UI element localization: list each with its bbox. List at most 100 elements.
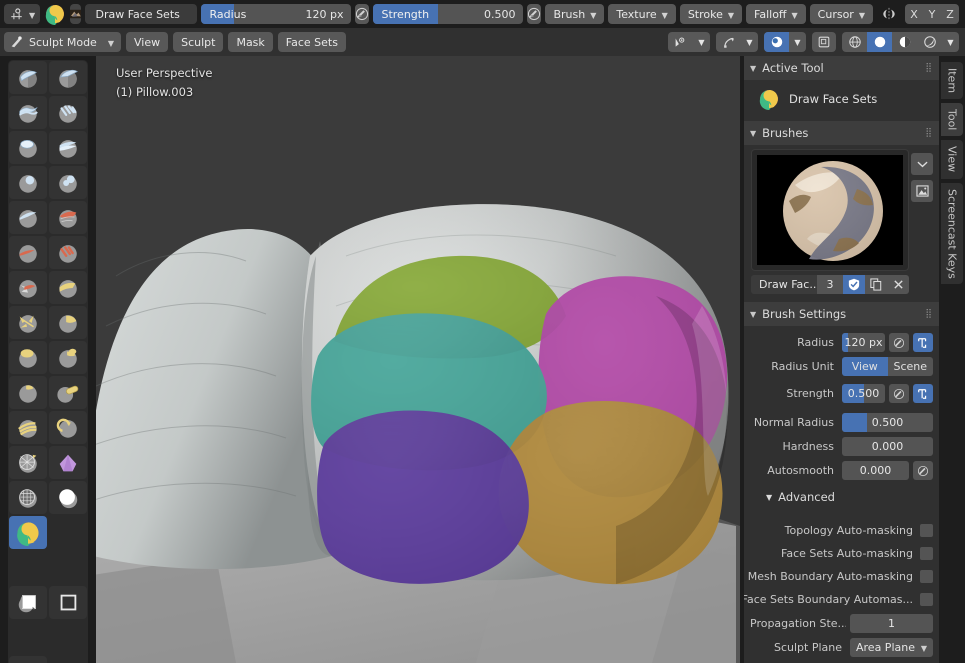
active-tool-panel-header[interactable]: ▼ Active Tool ⣿ [744,56,939,80]
shading-wireframe-button[interactable] [842,32,867,52]
advanced-subpanel-header[interactable]: ▼ Advanced [744,486,939,508]
layer-tool[interactable] [49,131,87,164]
clay-tool[interactable] [9,96,47,129]
radius-unit-scene-option[interactable]: Scene [887,357,933,376]
box-mask-tool[interactable] [9,586,47,619]
shading-material-button[interactable] [892,32,917,52]
viewport-overlays-button[interactable] [812,32,836,52]
brush-preview-toggle-button[interactable] [911,180,933,202]
tab-tool[interactable]: Tool [941,103,963,137]
strength-unified-button[interactable] [913,384,933,403]
radius-pressure-toggle[interactable] [355,4,370,24]
hardness-field[interactable]: 0.000 [842,437,933,456]
symmetry-axis-y[interactable]: Y [923,4,941,24]
drag-dots-icon[interactable]: ⣿ [925,63,933,73]
brush-thumbnail[interactable] [70,4,82,24]
normal-radius-field[interactable]: 0.500 [842,413,933,432]
tab-item[interactable]: Item [941,62,963,100]
boundary-tool[interactable] [49,446,87,479]
brush-name-field[interactable]: Draw Face Sets [85,4,198,24]
sculpt-plane-select[interactable]: Area Plane ▼ [850,638,933,657]
elastic-deform-tool[interactable] [9,341,47,374]
draw-tool[interactable] [9,61,47,94]
visibility-dropdown[interactable]: ▼ [693,32,710,52]
brushes-panel-header[interactable]: ▼ Brushes ⣿ [744,121,939,145]
tab-view[interactable]: View [941,140,963,179]
mode-selector[interactable]: Sculpt Mode ▼ [4,32,121,52]
snap-dropdown[interactable]: ▼ [741,32,758,52]
propagation-steps-field[interactable]: 1 [850,614,933,633]
autosmooth-field[interactable]: 0.000 [842,461,909,480]
symmetry-button[interactable] [877,4,901,24]
strength-field[interactable]: 0.500 [842,384,885,403]
strength-slider[interactable]: Strength 0.500 [373,4,524,24]
slide-relax-tool[interactable] [9,446,47,479]
remove-brush-button[interactable] [887,275,909,294]
brush-preview-card[interactable] [751,149,909,271]
view-menu[interactable]: View [125,32,169,52]
thumb-tool[interactable] [9,376,47,409]
proportional-editing-button[interactable] [764,32,789,52]
clay-strips-tool[interactable] [49,96,87,129]
editor-type-button[interactable]: ▼ [4,4,41,24]
crease-tool[interactable] [9,201,47,234]
simplify-tool[interactable] [49,481,87,514]
rotate-tool[interactable] [49,411,87,444]
sculpt-menu[interactable]: Sculpt [173,32,224,52]
box-hide-tool[interactable] [49,586,87,619]
box-face-set-tool[interactable] [9,656,47,663]
strength-pressure-button[interactable] [889,384,909,403]
draw-sharp-tool[interactable] [49,61,87,94]
strength-pressure-toggle[interactable] [527,4,542,24]
mesh-boundary-automasking-checkbox[interactable] [920,570,933,583]
brush-dropdown-button[interactable] [911,153,933,175]
shading-dropdown[interactable]: ▼ [942,32,959,52]
radius-unified-button[interactable] [913,333,933,352]
pose-tool[interactable] [49,376,87,409]
cloth-tool[interactable] [9,481,47,514]
radius-field[interactable]: 120 px [842,333,885,352]
face-sets-automasking-checkbox[interactable] [920,547,933,560]
radius-pressure-button[interactable] [889,333,909,352]
shading-solid-button[interactable] [867,32,892,52]
inflate-tool[interactable] [9,166,47,199]
radius-unit-view-option[interactable]: View [842,357,888,376]
snap-button[interactable] [716,32,741,52]
shading-rendered-button[interactable] [917,32,942,52]
brush-menu[interactable]: Brush ▼ [545,4,605,24]
fill-tool[interactable] [49,236,87,269]
visibility-button[interactable] [668,32,693,52]
brush-name-field[interactable]: Draw Fac... [751,275,817,294]
viewport-3d[interactable]: User Perspective (1) Pillow.003 [96,56,740,663]
blob-tool[interactable] [49,166,87,199]
nudge-tool[interactable] [9,411,47,444]
symmetry-axis-z[interactable]: Z [941,4,959,24]
pinch-tool[interactable] [9,306,47,339]
scrape-tool[interactable] [9,271,47,304]
multiplane-scrape-tool[interactable] [49,271,87,304]
stroke-menu[interactable]: Stroke ▼ [679,4,743,24]
draw-face-sets-tool[interactable] [9,516,47,549]
texture-menu[interactable]: Texture ▼ [608,4,676,24]
fake-user-button[interactable] [843,275,865,294]
proportional-editing-dropdown[interactable]: ▼ [789,32,806,52]
smooth-tool[interactable] [49,201,87,234]
drag-dots-icon[interactable]: ⣿ [925,309,933,319]
falloff-menu[interactable]: Falloff ▼ [746,4,806,24]
grab-tool[interactable] [49,306,87,339]
brush-settings-panel-header[interactable]: ▼ Brush Settings ⣿ [744,302,939,326]
cursor-menu[interactable]: Cursor ▼ [809,4,873,24]
clay-thumb-tool[interactable] [9,131,47,164]
brush-users-count[interactable]: 3 [817,275,843,294]
tab-screencast-keys[interactable]: Screencast Keys [941,182,963,285]
drag-dots-icon[interactable]: ⣿ [925,128,933,138]
flatten-tool[interactable] [9,236,47,269]
duplicate-brush-button[interactable] [865,275,887,294]
symmetry-axis-x[interactable]: X [905,4,923,24]
face-sets-menu[interactable]: Face Sets [277,32,346,52]
topology-automasking-checkbox[interactable] [920,524,933,537]
radius-slider[interactable]: Radius 120 px [201,4,352,24]
face-sets-boundary-automasking-checkbox[interactable] [920,593,933,606]
autosmooth-pressure-button[interactable] [913,461,933,480]
snake-hook-tool[interactable] [49,341,87,374]
